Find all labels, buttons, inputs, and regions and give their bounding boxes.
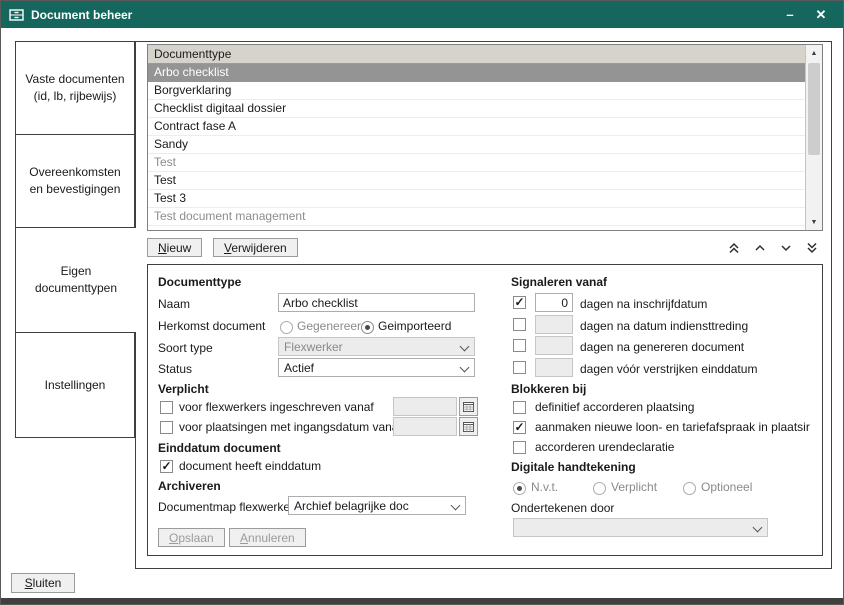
radio-nvt-label: N.v.t. bbox=[531, 480, 558, 494]
chevron-down-icon bbox=[460, 342, 470, 352]
list-item[interactable]: Arbo checklist bbox=[148, 64, 805, 82]
list-scrollbar[interactable] bbox=[805, 45, 822, 230]
window-title: Document beheer bbox=[31, 8, 132, 22]
radio-geimporteerd[interactable] bbox=[361, 321, 374, 334]
dagen-indienst-input[interactable] bbox=[535, 315, 573, 334]
tab-vaste-documenten[interactable]: Vaste documenten (id, lb, rijbewijs) bbox=[15, 41, 135, 135]
radio-gegenereerd[interactable] bbox=[280, 321, 293, 334]
flexwerkers-vanaf-input[interactable] bbox=[393, 397, 457, 416]
status-select[interactable]: Actief bbox=[278, 358, 475, 377]
verplicht-plaatsingen-checkbox[interactable] bbox=[160, 421, 173, 434]
radio-optioneel-label: Optioneel bbox=[701, 480, 752, 494]
naam-input[interactable] bbox=[278, 293, 475, 312]
tab-overeenkomsten[interactable]: Overeenkomsten en bevestigingen bbox=[15, 134, 135, 228]
einddatum-checkbox-label: document heeft einddatum bbox=[179, 459, 321, 473]
list-item[interactable]: Checklist digitaal dossier bbox=[148, 100, 805, 118]
signaleren-genereren-checkbox[interactable] bbox=[513, 339, 526, 352]
blokkeren-loon-checkbox[interactable] bbox=[513, 421, 526, 434]
chevron-down-icon bbox=[753, 523, 763, 533]
soort-type-select[interactable]: Flexwerker bbox=[278, 337, 475, 356]
radio-nvt[interactable] bbox=[513, 482, 526, 495]
section-handtekening: Digitale handtekening bbox=[511, 460, 636, 474]
list-item[interactable]: Test document management bbox=[148, 208, 805, 226]
calendar-button[interactable] bbox=[459, 417, 478, 436]
list-item[interactable]: Test bbox=[148, 154, 805, 172]
section-signaleren: Signaleren vanaf bbox=[511, 275, 607, 289]
nieuw-button[interactable]: Nieuw bbox=[147, 238, 202, 257]
radio-gegenereerd-label: Gegenereerd bbox=[297, 319, 368, 333]
scroll-thumb[interactable] bbox=[808, 63, 820, 155]
radio-optioneel[interactable] bbox=[683, 482, 696, 495]
blokkeren-uren-label: accorderen urendeclaratie bbox=[535, 440, 674, 454]
radio-verplicht-label: Verplicht bbox=[611, 480, 657, 494]
list-body: Arbo checklist Borgverklaring Checklist … bbox=[148, 64, 805, 230]
signaleren-einddatum-checkbox[interactable] bbox=[513, 361, 526, 374]
verplicht-flexwerkers-checkbox[interactable] bbox=[160, 401, 173, 414]
plaatsingen-vanaf-input[interactable] bbox=[393, 417, 457, 436]
window-bottom-edge bbox=[1, 598, 843, 604]
signaleren-inschrijf-label: dagen na inschrijfdatum bbox=[580, 297, 707, 311]
column-header-documenttype[interactable]: Documenttype bbox=[148, 45, 805, 64]
list-item[interactable]: Test 3 bbox=[148, 190, 805, 208]
chevron-down-icon bbox=[460, 363, 470, 373]
verplicht-flexwerkers-label: voor flexwerkers ingeschreven vanaf bbox=[179, 400, 374, 414]
signaleren-genereren-label: dagen na genereren document bbox=[580, 340, 744, 354]
signaleren-indienst-checkbox[interactable] bbox=[513, 318, 526, 331]
list-item[interactable]: Sandy bbox=[148, 136, 805, 154]
section-einddatum: Einddatum document bbox=[158, 441, 281, 455]
titlebar: Document beheer – ✕ bbox=[1, 1, 843, 28]
list-item[interactable]: Contract fase A bbox=[148, 118, 805, 136]
blokkeren-loon-label: aanmaken nieuwe loon- en tariefafspraak … bbox=[535, 420, 810, 434]
verplicht-plaatsingen-label: voor plaatsingen met ingangsdatum vanaf bbox=[179, 420, 402, 434]
herkomst-label: Herkomst document bbox=[158, 319, 265, 333]
documentmap-select[interactable]: Archief belagrijke doc bbox=[288, 496, 466, 515]
list-item[interactable]: Test bbox=[148, 172, 805, 190]
document-manager-icon bbox=[9, 9, 24, 21]
section-archiveren: Archiveren bbox=[158, 479, 221, 493]
blokkeren-plaatsing-label: definitief accorderen plaatsing bbox=[535, 400, 694, 414]
move-up-button[interactable] bbox=[750, 240, 769, 256]
close-button[interactable]: ✕ bbox=[809, 7, 833, 23]
blokkeren-uren-checkbox[interactable] bbox=[513, 441, 526, 454]
calendar-button[interactable] bbox=[459, 397, 478, 416]
documentmap-label: Documentmap flexwerker bbox=[158, 500, 294, 514]
dagen-einddatum-input[interactable] bbox=[535, 358, 573, 377]
section-blokkeren: Blokkeren bij bbox=[511, 382, 586, 396]
section-verplicht: Verplicht bbox=[158, 382, 209, 396]
blokkeren-plaatsing-checkbox[interactable] bbox=[513, 401, 526, 414]
minimize-button[interactable]: – bbox=[778, 7, 802, 22]
section-documenttype: Documenttype bbox=[158, 275, 241, 289]
status-label: Status bbox=[158, 362, 192, 376]
move-bottom-button[interactable] bbox=[802, 240, 821, 256]
chevron-down-icon bbox=[451, 501, 461, 511]
verwijderen-button[interactable]: Verwijderen bbox=[213, 238, 298, 257]
documenttype-list: Documenttype Arbo checklist Borgverklari… bbox=[147, 44, 823, 231]
move-down-button[interactable] bbox=[776, 240, 795, 256]
signaleren-inschrijf-checkbox[interactable] bbox=[513, 296, 526, 309]
ondertekenen-label: Ondertekenen door bbox=[511, 501, 614, 515]
naam-label: Naam bbox=[158, 297, 190, 311]
list-item[interactable]: Borgverklaring bbox=[148, 82, 805, 100]
sluiten-button[interactable]: Sluiten bbox=[11, 573, 75, 593]
einddatum-checkbox[interactable] bbox=[160, 460, 173, 473]
signaleren-indienst-label: dagen na datum indiensttreding bbox=[580, 319, 748, 333]
signaleren-einddatum-label: dagen vóór verstrijken einddatum bbox=[580, 362, 757, 376]
main-panel: Documenttype Arbo checklist Borgverklari… bbox=[135, 41, 832, 569]
tab-instellingen[interactable]: Instellingen bbox=[15, 332, 135, 438]
tab-eigen-documenttypen[interactable]: Eigen documenttypen bbox=[15, 227, 136, 333]
move-top-button[interactable] bbox=[724, 240, 743, 256]
reorder-buttons bbox=[724, 240, 821, 256]
scroll-up-icon[interactable] bbox=[806, 45, 822, 61]
document-beheer-window: Document beheer – ✕ Vaste documenten (id… bbox=[0, 0, 844, 605]
radio-geimporteerd-label: Geimporteerd bbox=[378, 319, 451, 333]
document-form: Documenttype Naam Herkomst document Gege… bbox=[147, 264, 823, 556]
radio-verplicht[interactable] bbox=[593, 482, 606, 495]
scroll-down-icon[interactable] bbox=[806, 214, 822, 230]
dagen-genereren-input[interactable] bbox=[535, 336, 573, 355]
opslaan-button[interactable]: Opslaan bbox=[158, 528, 225, 547]
soort-type-label: Soort type bbox=[158, 341, 213, 355]
annuleren-button[interactable]: Annuleren bbox=[229, 528, 306, 547]
dagen-inschrijf-input[interactable] bbox=[535, 293, 573, 312]
ondertekenen-select[interactable] bbox=[513, 518, 768, 537]
